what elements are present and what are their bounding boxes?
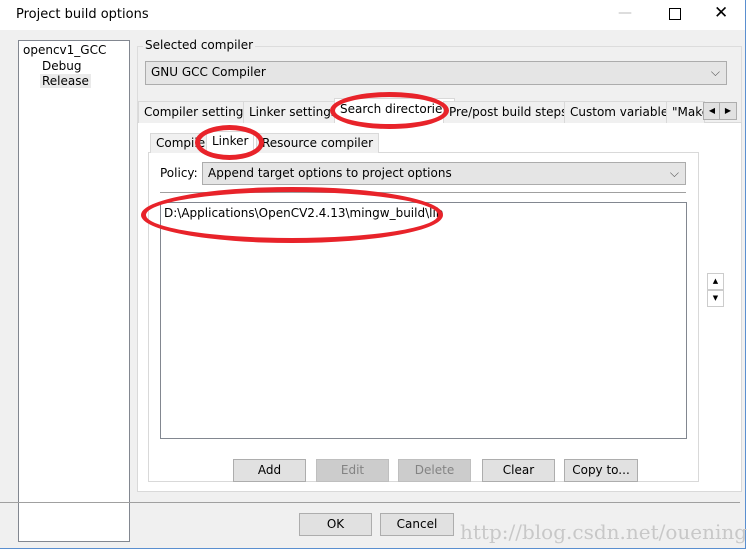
policy-value: Append target options to project options bbox=[208, 166, 452, 180]
add-button[interactable]: Add bbox=[233, 459, 306, 482]
title-bar: Project build options — ✕ bbox=[0, 0, 745, 30]
annotation-ring-directory bbox=[141, 187, 443, 243]
maximize-icon[interactable] bbox=[669, 8, 681, 20]
move-down-icon[interactable]: ▼ bbox=[707, 290, 724, 307]
tab-scroll-right-icon[interactable]: ▶ bbox=[719, 102, 737, 120]
policy-select[interactable]: Append target options to project options… bbox=[202, 162, 686, 185]
edit-button[interactable]: Edit bbox=[316, 459, 389, 482]
watermark: http://blog.csdn.net/ouening bbox=[460, 520, 748, 544]
move-up-icon[interactable]: ▲ bbox=[707, 273, 724, 290]
window-title: Project build options bbox=[16, 7, 149, 22]
delete-button[interactable]: Delete bbox=[398, 459, 471, 482]
tab-custom-variables[interactable]: Custom variables bbox=[564, 101, 681, 123]
inner-tab-resource-compiler[interactable]: Resource compiler bbox=[256, 133, 380, 153]
close-icon[interactable]: ✕ bbox=[714, 3, 728, 23]
tree-item-debug[interactable]: Debug bbox=[42, 59, 81, 73]
tree-item-release[interactable]: Release bbox=[40, 74, 91, 88]
tab-linker-settings[interactable]: Linker settings bbox=[243, 101, 344, 123]
annotation-ring-search-directories bbox=[330, 92, 449, 129]
tab-pre-post-build-steps[interactable]: Pre/post build steps bbox=[443, 101, 574, 123]
chevron-down-icon: ⌵ bbox=[710, 65, 720, 79]
cancel-button[interactable]: Cancel bbox=[380, 513, 454, 536]
annotation-ring-linker bbox=[195, 125, 264, 160]
compiler-value: GNU GCC Compiler bbox=[151, 65, 266, 79]
tree-root[interactable]: opencv1_GCC bbox=[23, 43, 106, 57]
tab-compiler-settings[interactable]: Compiler settings bbox=[138, 101, 256, 123]
minimize-icon[interactable]: — bbox=[618, 5, 632, 21]
footer-separator bbox=[0, 502, 740, 503]
compiler-select[interactable]: GNU GCC Compiler ⌵ bbox=[145, 61, 727, 85]
ok-button[interactable]: OK bbox=[299, 513, 372, 536]
target-tree[interactable]: opencv1_GCC Debug Release bbox=[18, 40, 130, 542]
dialog-window: Project build options — ✕ opencv1_GCC De… bbox=[0, 0, 746, 549]
copy-to-button[interactable]: Copy to... bbox=[564, 459, 638, 482]
chevron-down-icon: ⌵ bbox=[669, 166, 679, 180]
tab-make[interactable]: "Make bbox=[666, 101, 705, 123]
clear-button[interactable]: Clear bbox=[482, 459, 555, 482]
policy-label: Policy: bbox=[160, 166, 198, 180]
compiler-group-label: Selected compiler bbox=[143, 38, 256, 52]
